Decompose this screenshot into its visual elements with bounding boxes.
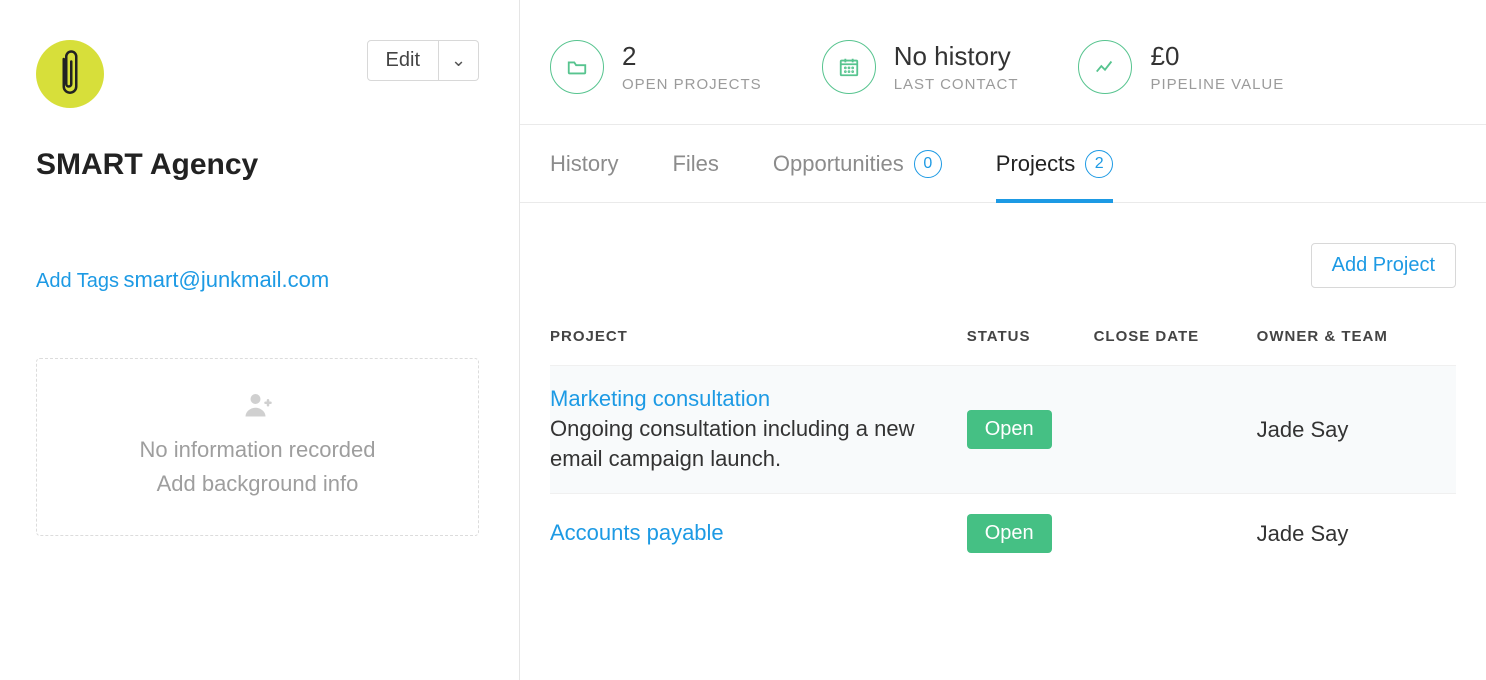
tab-opportunities[interactable]: Opportunities 0 — [773, 125, 942, 202]
chart-line-icon — [1078, 40, 1132, 94]
stat-label: PIPELINE VALUE — [1150, 76, 1284, 93]
status-badge: Open — [967, 410, 1052, 449]
tab-projects[interactable]: Projects 2 — [996, 125, 1113, 202]
stat-last-contact: No history LAST CONTACT — [822, 40, 1019, 94]
close-date — [1094, 366, 1257, 494]
email-link[interactable]: smart@junkmail.com — [123, 267, 329, 293]
folder-icon — [550, 40, 604, 94]
tab-history[interactable]: History — [550, 125, 618, 202]
projects-panel: Add Project PROJECT STATUS CLOSE DATE OW… — [520, 203, 1486, 680]
add-contact-icon — [57, 389, 458, 427]
col-owner: OWNER & TEAM — [1257, 328, 1456, 366]
main: 2 OPEN PROJECTS No history LAST CONTACT — [520, 0, 1486, 680]
page-title: SMART Agency — [36, 148, 479, 182]
tab-badge: 0 — [914, 150, 942, 178]
stats-row: 2 OPEN PROJECTS No history LAST CONTACT — [520, 0, 1486, 125]
chevron-down-icon: ⌄ — [451, 50, 466, 71]
col-project: PROJECT — [550, 328, 967, 366]
add-background-info-link[interactable]: Add background info — [57, 471, 458, 497]
stat-label: LAST CONTACT — [894, 76, 1019, 93]
edit-dropdown-button[interactable]: ⌄ — [439, 40, 479, 81]
projects-table: PROJECT STATUS CLOSE DATE OWNER & TEAM M… — [550, 328, 1456, 573]
stat-value: £0 — [1150, 41, 1284, 72]
table-row: Marketing consultation Ongoing consultat… — [550, 366, 1456, 494]
project-description: Ongoing consultation including a new ema… — [550, 414, 955, 473]
close-date — [1094, 494, 1257, 574]
status-badge: Open — [967, 514, 1052, 553]
sidebar: Edit ⌄ SMART Agency Add Tags smart@junkm… — [0, 0, 520, 680]
tab-badge: 2 — [1085, 150, 1113, 178]
add-project-button[interactable]: Add Project — [1311, 243, 1456, 288]
owner: Jade Say — [1257, 494, 1456, 574]
stat-label: OPEN PROJECTS — [622, 76, 762, 93]
tab-label: Projects — [996, 151, 1075, 177]
tab-files[interactable]: Files — [672, 125, 718, 202]
stat-value: No history — [894, 41, 1019, 72]
project-name-link[interactable]: Accounts payable — [550, 520, 955, 546]
avatar — [36, 40, 104, 108]
edit-button-group: Edit ⌄ — [367, 40, 479, 81]
no-info-text: No information recorded — [57, 437, 458, 463]
sidebar-top: Edit ⌄ — [36, 40, 479, 108]
col-close-date: CLOSE DATE — [1094, 328, 1257, 366]
add-tags-link[interactable]: Add Tags — [36, 270, 119, 293]
background-info-card: No information recorded Add background i… — [36, 358, 479, 536]
edit-button[interactable]: Edit — [367, 40, 439, 81]
table-row: Accounts payable Open Jade Say — [550, 494, 1456, 574]
stat-open-projects: 2 OPEN PROJECTS — [550, 40, 762, 94]
calendar-icon — [822, 40, 876, 94]
stat-pipeline: £0 PIPELINE VALUE — [1078, 40, 1284, 94]
paperclip-icon — [55, 49, 85, 99]
stat-value: 2 — [622, 41, 762, 72]
project-name-link[interactable]: Marketing consultation — [550, 386, 955, 412]
owner: Jade Say — [1257, 366, 1456, 494]
tabs: History Files Opportunities 0 Projects 2 — [520, 125, 1486, 203]
col-status: STATUS — [967, 328, 1094, 366]
tab-label: Opportunities — [773, 151, 904, 177]
